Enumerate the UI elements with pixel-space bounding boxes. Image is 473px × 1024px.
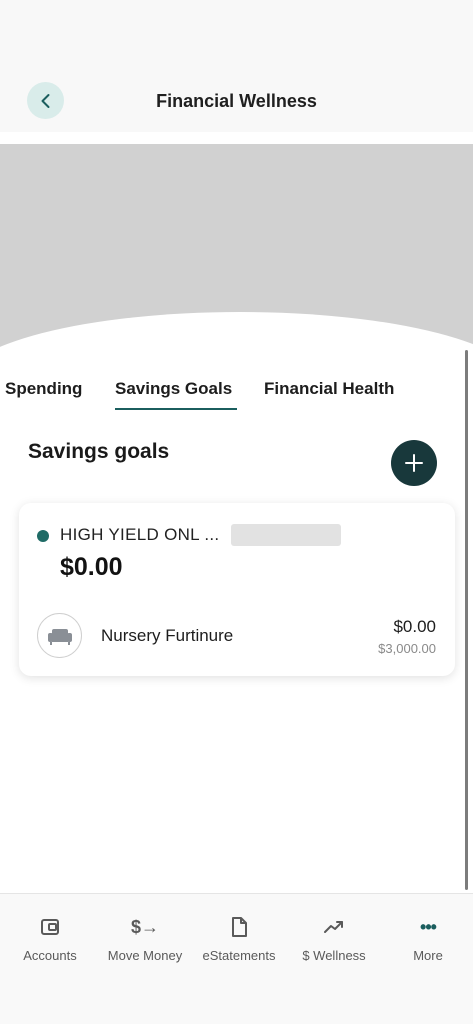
- status-dot: [37, 530, 49, 542]
- tab-bar: Spending Savings Goals Financial Health: [0, 368, 473, 412]
- nav-accounts[interactable]: Accounts: [3, 914, 97, 963]
- bottom-nav: Accounts $→ Move Money eStatements $ Wel…: [0, 893, 473, 1024]
- redacted-account-number: [231, 524, 341, 546]
- nav-wellness[interactable]: $ Wellness: [287, 914, 381, 963]
- add-goal-button[interactable]: [391, 440, 437, 486]
- dollar-transfer-icon: $→: [130, 916, 159, 937]
- nav-label: Accounts: [23, 948, 77, 963]
- active-tab-indicator: [115, 408, 237, 410]
- nav-estatements[interactable]: eStatements: [192, 914, 286, 963]
- section-title: Savings goals: [28, 440, 170, 463]
- scrollbar[interactable]: [465, 350, 468, 890]
- hero-banner: [0, 132, 473, 368]
- account-balance: $0.00: [60, 553, 123, 581]
- nav-move-money[interactable]: $→ Move Money: [98, 914, 192, 964]
- sofa-icon: [37, 613, 82, 658]
- top-header: Financial Wellness: [0, 0, 473, 132]
- nav-label: eStatements: [202, 948, 276, 963]
- tab-financial-health[interactable]: Financial Health: [264, 379, 394, 399]
- tab-spending[interactable]: Spending: [5, 379, 82, 399]
- more-dots-icon: •••: [420, 916, 437, 937]
- nav-more[interactable]: ••• More: [381, 914, 473, 964]
- trend-up-icon: [324, 921, 343, 933]
- tab-savings-goals[interactable]: Savings Goals: [115, 379, 232, 399]
- savings-account-card[interactable]: HIGH YIELD ONL ... $0.00 Nursery Furtinu…: [19, 503, 455, 676]
- wallet-icon: [41, 919, 59, 935]
- nav-label: More: [413, 948, 443, 963]
- nav-label: $ Wellness: [302, 948, 366, 963]
- goal-name[interactable]: Nursery Furtinure: [101, 626, 233, 646]
- goal-amount: $0.00: [393, 617, 436, 636]
- goal-target: $3,000.00: [378, 641, 436, 656]
- nav-label: Move Money: [107, 948, 183, 963]
- document-icon: [232, 917, 247, 937]
- page-title: Financial Wellness: [156, 91, 317, 111]
- account-name: HIGH YIELD ONL ...: [60, 525, 220, 544]
- plus-icon: [405, 454, 423, 472]
